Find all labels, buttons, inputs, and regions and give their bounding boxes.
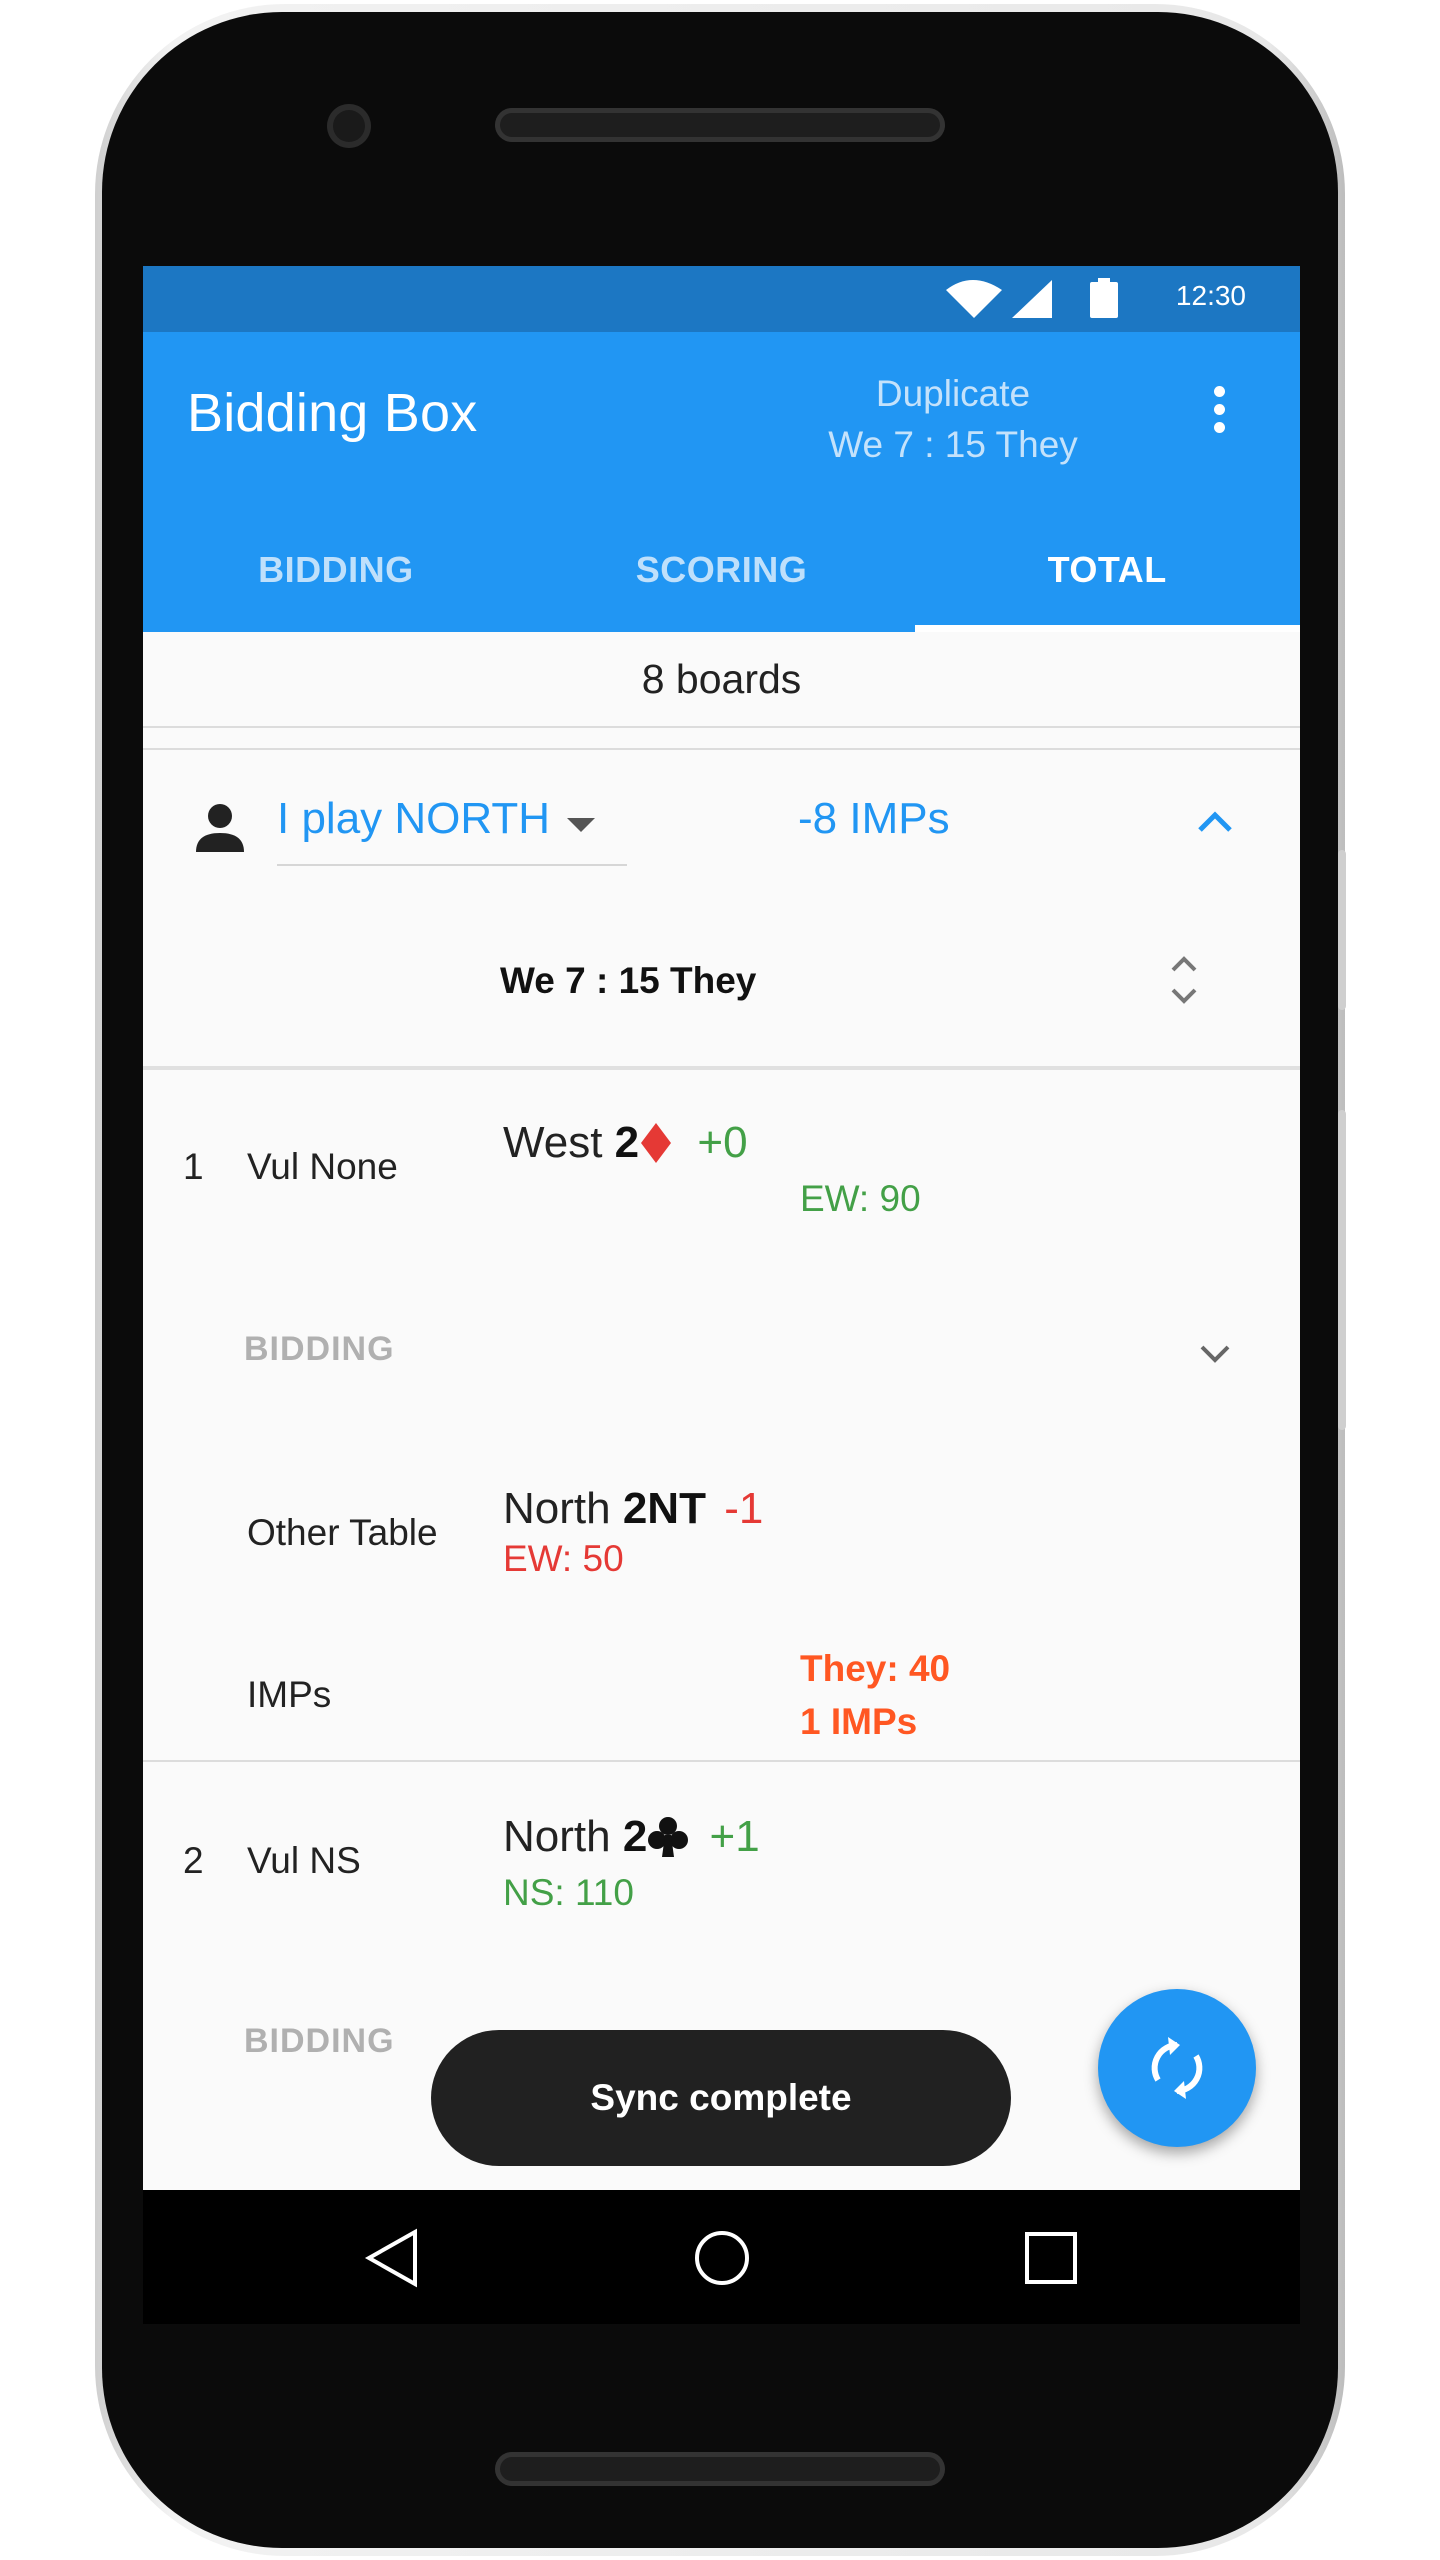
boards-count: 8 boards <box>143 632 1300 728</box>
vulnerability: Vul None <box>247 1146 398 1187</box>
contract: West 2 +0 <box>503 1118 748 1168</box>
tab-bidding[interactable]: BIDDING <box>143 520 529 632</box>
imps-total: -8 IMPs <box>798 794 950 843</box>
wifi-icon <box>946 280 1002 318</box>
imps-label: IMPs <box>247 1674 332 1715</box>
divider <box>143 1760 1300 1762</box>
tab-bar: BIDDING SCORING TOTAL <box>143 520 1300 632</box>
bidding-toggle[interactable]: BIDDING <box>244 2022 395 2061</box>
imps-difference: They: 40 <box>800 1648 951 1689</box>
imps-value: 1 IMPs <box>800 1701 918 1742</box>
earpiece-speaker <box>495 108 945 142</box>
home-icon[interactable] <box>690 2226 754 2290</box>
other-table-score: EW: 50 <box>503 1538 624 1579</box>
vulnerability: Vul NS <box>247 1840 361 1881</box>
status-icons <box>946 278 1118 318</box>
declarer: North <box>503 1812 611 1861</box>
board-number: 1 <box>183 1146 204 1187</box>
app-title: Bidding Box <box>187 383 478 443</box>
power-button <box>1338 850 1346 1010</box>
arrow-drop-down-icon <box>567 818 595 832</box>
contract-result: +1 <box>709 1812 760 1861</box>
more-vert-icon[interactable] <box>1209 386 1229 446</box>
table-score: NS: 110 <box>503 1872 634 1913</box>
diamond-icon <box>641 1123 672 1163</box>
other-table-contract: North 2NT -1 <box>503 1484 763 1534</box>
signal-icon <box>1012 280 1052 318</box>
contract-level: 2NT <box>622 1484 706 1533</box>
match-summary: Duplicate We 7 : 15 They <box>793 368 1113 470</box>
app-bar: Bidding Box Duplicate We 7 : 15 They BID… <box>143 332 1300 632</box>
tab-scoring[interactable]: SCORING <box>529 520 915 632</box>
sync-icon <box>1151 2037 1203 2099</box>
contract-result: +0 <box>697 1118 748 1167</box>
divider <box>143 748 1300 750</box>
declarer: West <box>503 1118 603 1167</box>
person-icon <box>196 804 244 852</box>
position-select[interactable]: I play NORTH <box>277 790 627 866</box>
contract: North 2 +1 <box>503 1812 760 1862</box>
we-they-score: We 7 : 15 They <box>500 960 757 1001</box>
bottom-speaker <box>495 2452 945 2486</box>
game-mode: Duplicate <box>875 373 1031 414</box>
battery-icon <box>1090 278 1118 318</box>
imps-result: They: 40 1 IMPs <box>800 1642 950 1748</box>
status-time: 12:30 <box>1175 280 1246 311</box>
chevron-up-icon[interactable] <box>1197 810 1233 834</box>
tab-total[interactable]: TOTAL <box>914 520 1300 632</box>
board-number: 2 <box>183 1840 204 1881</box>
system-nav-bar <box>143 2190 1300 2324</box>
position-label: I play NORTH <box>277 794 551 843</box>
status-bar: 12:30 <box>143 266 1300 332</box>
sync-button[interactable] <box>1098 1989 1256 2147</box>
club-icon <box>648 1817 689 1857</box>
back-icon[interactable] <box>361 2226 425 2290</box>
unfold-icon[interactable] <box>1168 952 1200 1008</box>
contract-result: -1 <box>724 1484 764 1533</box>
other-table-label: Other Table <box>247 1512 438 1553</box>
volume-button <box>1338 1110 1346 1430</box>
divider <box>143 1066 1300 1070</box>
tab-indicator <box>915 625 1300 632</box>
table-score: EW: 90 <box>800 1178 921 1219</box>
snackbar: Sync complete <box>431 2030 1011 2166</box>
contract-level: 2 <box>614 1118 640 1167</box>
recents-icon[interactable] <box>1019 2226 1083 2290</box>
header-score: We 7 : 15 They <box>828 424 1078 465</box>
declarer: North <box>503 1484 611 1533</box>
bidding-toggle[interactable]: BIDDING <box>244 1330 395 1369</box>
front-camera <box>327 104 371 148</box>
contract-level: 2 <box>622 1812 648 1861</box>
chevron-down-icon[interactable] <box>1199 1344 1231 1364</box>
screen: 12:30 Bidding Box Duplicate We 7 : 15 Th… <box>143 266 1300 2324</box>
